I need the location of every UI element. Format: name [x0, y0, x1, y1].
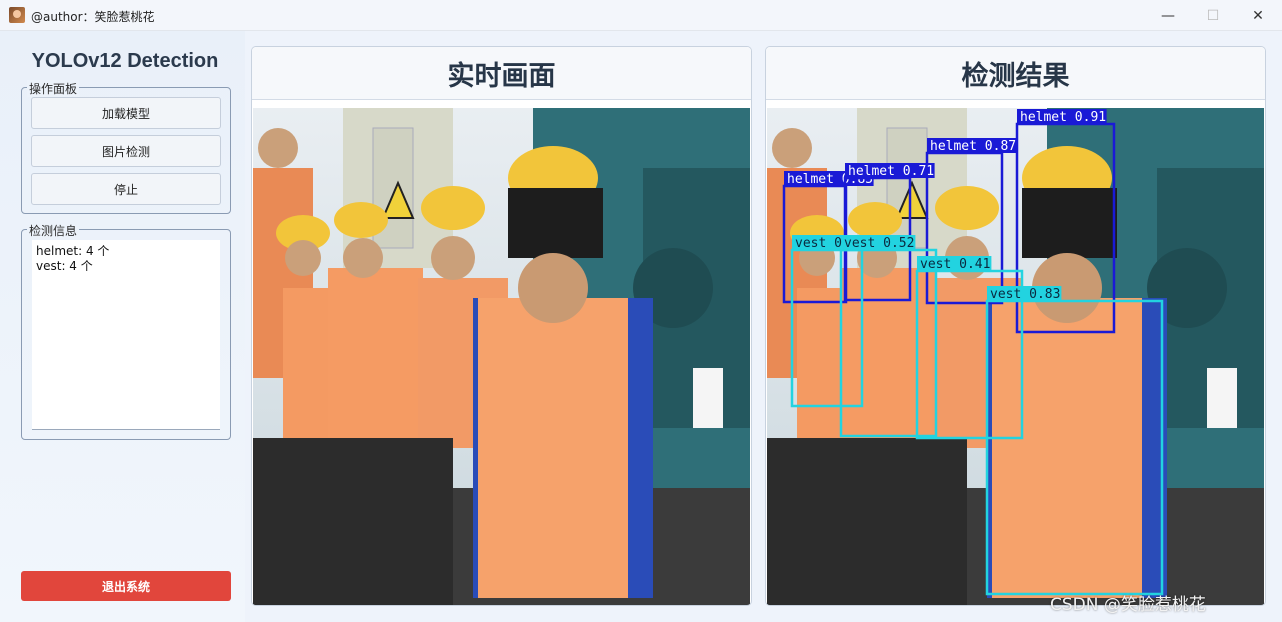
detection-result-title: 检测结果: [766, 47, 1265, 100]
app-avatar-icon: [9, 7, 25, 23]
info-line-vest: vest: 4 个: [36, 259, 93, 273]
detection-label-helmet: helmet 0.87: [930, 139, 1016, 154]
close-button[interactable]: ✕: [1235, 0, 1281, 31]
info-line-helmet: helmet: 4 个: [36, 244, 110, 258]
minimize-button[interactable]: —: [1145, 0, 1191, 31]
result-image: helmet 0.91helmet 0.87helmet 0.85helmet …: [767, 108, 1264, 605]
sidebar: YOLOv12 Detection 操作面板 加载模型 图片检测 停止 检测信息…: [0, 31, 245, 622]
stop-button[interactable]: 停止: [31, 173, 221, 205]
detection-label-vest: vest 0.41: [920, 257, 990, 272]
live-view-title: 实时画面: [252, 47, 751, 100]
detection-info-textbox[interactable]: helmet: 4 个 vest: 4 个: [32, 240, 220, 430]
app-title: YOLOv12 Detection: [31, 50, 219, 72]
detection-info-group: 检测信息 helmet: 4 个 vest: 4 个: [21, 222, 231, 440]
detection-label-vest: vest 0: [795, 236, 842, 251]
maximize-button[interactable]: ☐: [1190, 0, 1236, 31]
live-view-panel: 实时画面: [251, 46, 752, 606]
live-image: [253, 108, 750, 605]
control-panel-label: 操作面板: [27, 80, 80, 97]
detection-label-helmet: helmet 0.71: [848, 164, 934, 179]
image-detect-button[interactable]: 图片检测: [31, 135, 221, 167]
window-titlebar: @author：笑脸惹桃花 — ☐ ✕: [0, 0, 1282, 31]
detection-label-vest: vest 0.83: [990, 287, 1060, 302]
csdn-watermark: CSDN @笑脸惹桃花: [1050, 595, 1206, 615]
load-model-button[interactable]: 加载模型: [31, 97, 221, 129]
detection-result-panel: 检测结果 helmet 0.91 helmet 0.87 helmet 0.85…: [765, 46, 1266, 606]
window-title: @author：笑脸惹桃花: [31, 10, 155, 24]
exit-system-button[interactable]: 退出系统: [21, 571, 231, 601]
detection-info-label: 检测信息: [27, 222, 80, 239]
control-panel-group: 操作面板 加载模型 图片检测 停止: [21, 80, 231, 214]
detection-label-helmet: helmet 0.91: [1020, 110, 1106, 125]
